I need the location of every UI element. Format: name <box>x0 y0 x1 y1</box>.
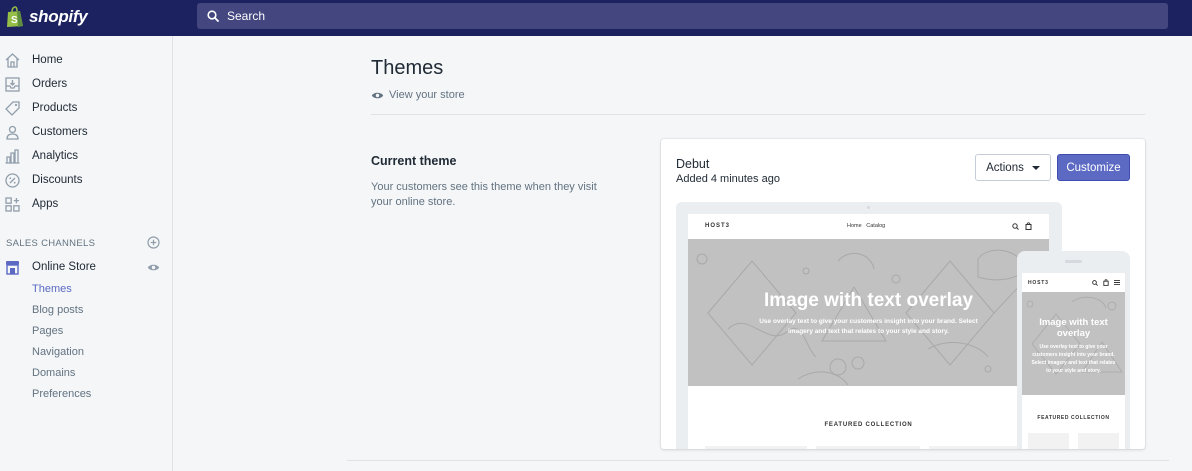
sidebar-subitem-preferences[interactable]: Preferences <box>32 388 91 400</box>
online-store-icon <box>6 261 19 275</box>
mobile-preview-product-tile <box>1078 433 1119 449</box>
sidebar-item-discounts[interactable]: Discounts <box>0 169 172 191</box>
mobile-preview-menu-icon <box>1114 280 1120 285</box>
sidebar-item-products[interactable]: Products <box>0 97 172 119</box>
sidebar-item-label: Discounts <box>32 174 83 186</box>
logo-wordmark: shopify <box>29 7 88 26</box>
search-bar[interactable] <box>197 3 1168 29</box>
mobile-preview-header: HOST3 <box>1022 273 1125 292</box>
mobile-preview-cart-icon <box>1103 279 1109 286</box>
sidebar: Home Orders Products Customers Analytics <box>0 36 173 471</box>
mobile-preview: HOST3 Image with text overlay Use overla… <box>1017 251 1130 449</box>
bottom-divider <box>347 460 1169 461</box>
mobile-preview-hero-subtitle: Use overlay text to give your customers … <box>1031 344 1116 374</box>
preview-cart-icon <box>1025 222 1032 230</box>
mobile-preview-screen: HOST3 Image with text overlay Use overla… <box>1022 273 1125 449</box>
sales-channels-heading: SALES CHANNELS <box>6 238 96 249</box>
actions-dropdown-button[interactable]: Actions <box>975 154 1051 181</box>
mobile-preview-featured-collection-heading: FEATURED COLLECTION <box>1037 415 1110 421</box>
sidebar-item-customers[interactable]: Customers <box>0 121 172 143</box>
preview-nav-links: Home Catalog <box>847 223 886 229</box>
preview-product-tile <box>816 446 920 449</box>
sidebar-subitem-themes[interactable]: Themes <box>32 283 72 295</box>
preview-hero-image: Image with text overlay Use overlay text… <box>688 239 1049 386</box>
eye-icon <box>371 92 384 98</box>
actions-label: Actions <box>986 161 1024 174</box>
sidebar-item-label: Apps <box>32 198 59 210</box>
preview-hero-subtitle: Use overlay text to give your customers … <box>759 318 978 335</box>
sidebar-item-label: Orders <box>32 78 68 90</box>
speaker-slot <box>1065 260 1082 263</box>
preview-product-tile <box>705 446 807 449</box>
discount-icon <box>5 173 20 188</box>
sidebar-subitem-navigation[interactable]: Navigation <box>32 346 84 358</box>
apps-icon <box>5 197 20 212</box>
sidebar-item-label: Analytics <box>32 150 79 162</box>
preview-hero-title: Image with text overlay <box>763 290 974 311</box>
bar-chart-icon <box>5 149 20 164</box>
desktop-preview: HOST3 Home Catalog Image with text overl… <box>676 202 1062 449</box>
sidebar-subitem-blog-posts[interactable]: Blog posts <box>32 304 83 316</box>
theme-name: Debut <box>676 157 710 171</box>
camera-dot <box>867 206 870 209</box>
top-bar: S shopify <box>0 0 1192 36</box>
hero-sketch-pattern <box>696 249 1049 386</box>
preview-featured-collection-heading: FEATURED COLLECTION <box>824 422 913 428</box>
search-input[interactable] <box>227 9 1127 23</box>
sidebar-item-analytics[interactable]: Analytics <box>0 145 172 167</box>
sidebar-subitem-pages[interactable]: Pages <box>32 325 63 337</box>
sidebar-item-label: Customers <box>32 126 88 138</box>
current-theme-heading: Current theme <box>371 154 457 168</box>
preview-header: HOST3 Home Catalog <box>688 214 1049 239</box>
svg-text:S: S <box>11 15 18 26</box>
mobile-preview-hero-image: Image with text overlay Use overlay text… <box>1022 292 1125 395</box>
sidebar-item-label: Online Store <box>32 261 96 273</box>
shopify-logo[interactable]: S shopify <box>6 5 88 29</box>
page-title: Themes <box>371 57 444 79</box>
shopify-bag-icon: S <box>7 6 23 27</box>
section-divider <box>371 114 1145 115</box>
mobile-preview-product-tile <box>1028 433 1069 449</box>
sidebar-item-orders[interactable]: Orders <box>0 73 172 95</box>
preview-brand: HOST3 <box>705 223 731 229</box>
orders-icon <box>5 77 20 92</box>
sidebar-item-home[interactable]: Home <box>0 49 172 71</box>
mobile-preview-hero-title: Image with text overlay <box>1039 317 1108 339</box>
caret-down-icon <box>1031 165 1040 170</box>
home-icon <box>5 53 20 68</box>
sidebar-item-apps[interactable]: Apps <box>0 193 172 215</box>
desktop-preview-screen: HOST3 Home Catalog Image with text overl… <box>688 214 1049 449</box>
search-icon <box>207 10 219 22</box>
current-theme-description: Your customers see this theme when they … <box>371 181 597 208</box>
view-online-store-eye-icon[interactable] <box>147 263 160 272</box>
mobile-preview-brand: HOST3 <box>1028 280 1049 286</box>
sidebar-item-label: Products <box>32 102 78 114</box>
current-theme-card: Debut Added 4 minutes ago Actions Custom… <box>661 139 1145 449</box>
sidebar-item-label: Home <box>32 54 63 66</box>
view-store-label: View your store <box>389 89 465 101</box>
add-sales-channel-icon[interactable] <box>147 236 160 249</box>
preview-search-icon <box>1012 223 1019 230</box>
view-store-link[interactable]: View your store <box>371 89 465 101</box>
sidebar-subitem-domains[interactable]: Domains <box>32 367 75 379</box>
customize-button[interactable]: Customize <box>1057 154 1130 181</box>
tag-icon <box>5 101 20 116</box>
mobile-preview-search-icon <box>1092 280 1098 286</box>
person-icon <box>6 125 19 140</box>
theme-added-time: Added 4 minutes ago <box>676 173 780 185</box>
